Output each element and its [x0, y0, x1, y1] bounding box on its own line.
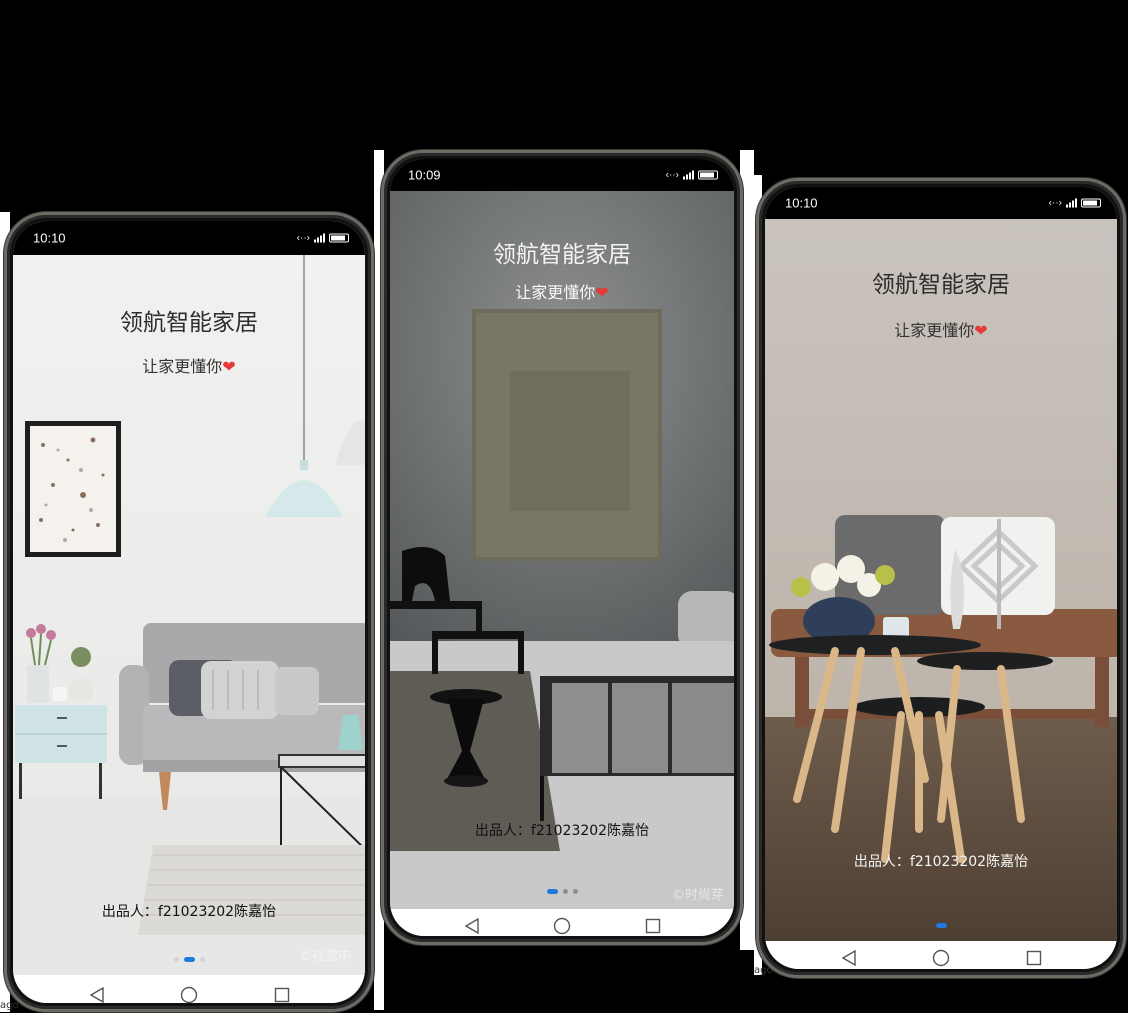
app-title: 领航智能家居	[872, 272, 1010, 298]
app-title: 领航智能家居	[493, 242, 631, 268]
tagline: 让家更懂你❤	[13, 353, 365, 377]
back-triangle-icon[interactable]	[840, 949, 858, 967]
link-icon: ‹··›	[665, 169, 679, 181]
page-dot-active[interactable]	[546, 889, 558, 894]
tagline: 让家更懂你❤	[390, 279, 734, 303]
recents-square-icon[interactable]	[644, 917, 662, 935]
phone-frame-right: 10:10 ‹··› 领航智能家居 让家更懂你❤ 出品人：f21023202陈嘉…	[756, 178, 1126, 978]
navigation-bar	[390, 909, 734, 936]
screen: 10:10 ‹··› 领航智能家居 让家更懂你❤ 出品人：f21023202陈嘉…	[765, 187, 1117, 969]
tagline: 让家更懂你❤	[765, 317, 1117, 341]
page-dot-active[interactable]	[935, 923, 947, 928]
status-bar: 10:09 ‹··›	[390, 159, 734, 191]
app-title: 领航智能家居	[120, 310, 258, 336]
navigation-bar	[13, 975, 365, 1003]
recents-square-icon[interactable]	[1025, 949, 1043, 967]
page-dot-active[interactable]	[183, 957, 195, 962]
heart-icon: ❤	[222, 357, 236, 376]
screen: 10:09 ‹··› 领航智能家居 让家更懂你❤ 出品人：f21023202陈嘉…	[390, 159, 734, 936]
phone-frame-left: 10:10 ‹··› 领航智能家居 让家更懂你❤ 出品人：f21023202陈嘉…	[4, 212, 374, 1012]
link-icon: ‹··›	[1048, 197, 1062, 209]
credit-text: 出品人：f21023202陈嘉怡	[101, 904, 277, 920]
battery-icon	[329, 233, 349, 243]
status-time: 10:09	[408, 167, 441, 183]
page-indicator	[13, 957, 365, 962]
page-indicator	[390, 889, 734, 894]
phone-frame-middle: 10:09 ‹··› 领航智能家居 让家更懂你❤ 出品人：f21023202陈嘉…	[381, 150, 743, 945]
tagline-text: 让家更懂你	[894, 321, 975, 340]
credit-text: 出品人：f21023202陈嘉怡	[853, 854, 1029, 870]
tagline-text: 让家更懂你	[515, 283, 596, 302]
status-icons: ‹··›	[297, 233, 349, 244]
page-dot[interactable]	[572, 889, 578, 894]
credit-text: 出品人：f21023202陈嘉怡	[474, 823, 650, 839]
signal-icon	[1066, 198, 1077, 208]
status-time: 10:10	[785, 195, 818, 211]
signal-icon	[683, 170, 694, 180]
page-dot[interactable]	[173, 957, 179, 962]
link-icon: ‹··›	[296, 232, 310, 244]
battery-icon	[1081, 198, 1101, 208]
page-dot[interactable]	[562, 889, 568, 894]
recents-square-icon[interactable]	[273, 986, 291, 1003]
heart-icon: ❤	[595, 283, 609, 302]
status-bar: 10:10 ‹··›	[13, 221, 365, 255]
signal-icon	[314, 233, 325, 243]
screen: 10:10 ‹··› 领航智能家居 让家更懂你❤ 出品人：f21023202陈嘉…	[13, 221, 365, 1003]
home-circle-icon[interactable]	[180, 986, 198, 1003]
heart-icon: ❤	[974, 321, 988, 340]
navigation-bar	[765, 941, 1117, 969]
page-indicator	[765, 923, 1117, 928]
back-triangle-icon[interactable]	[88, 986, 106, 1003]
status-icons: ‹··›	[666, 170, 718, 181]
status-icons: ‹··›	[1049, 198, 1101, 209]
back-triangle-icon[interactable]	[463, 917, 481, 935]
page-dot[interactable]	[199, 957, 205, 962]
home-circle-icon[interactable]	[553, 917, 571, 935]
status-time: 10:10	[33, 230, 66, 246]
battery-icon	[698, 170, 718, 180]
home-circle-icon[interactable]	[932, 949, 950, 967]
tagline-text: 让家更懂你	[142, 357, 223, 376]
status-bar: 10:10 ‹··›	[765, 187, 1117, 219]
